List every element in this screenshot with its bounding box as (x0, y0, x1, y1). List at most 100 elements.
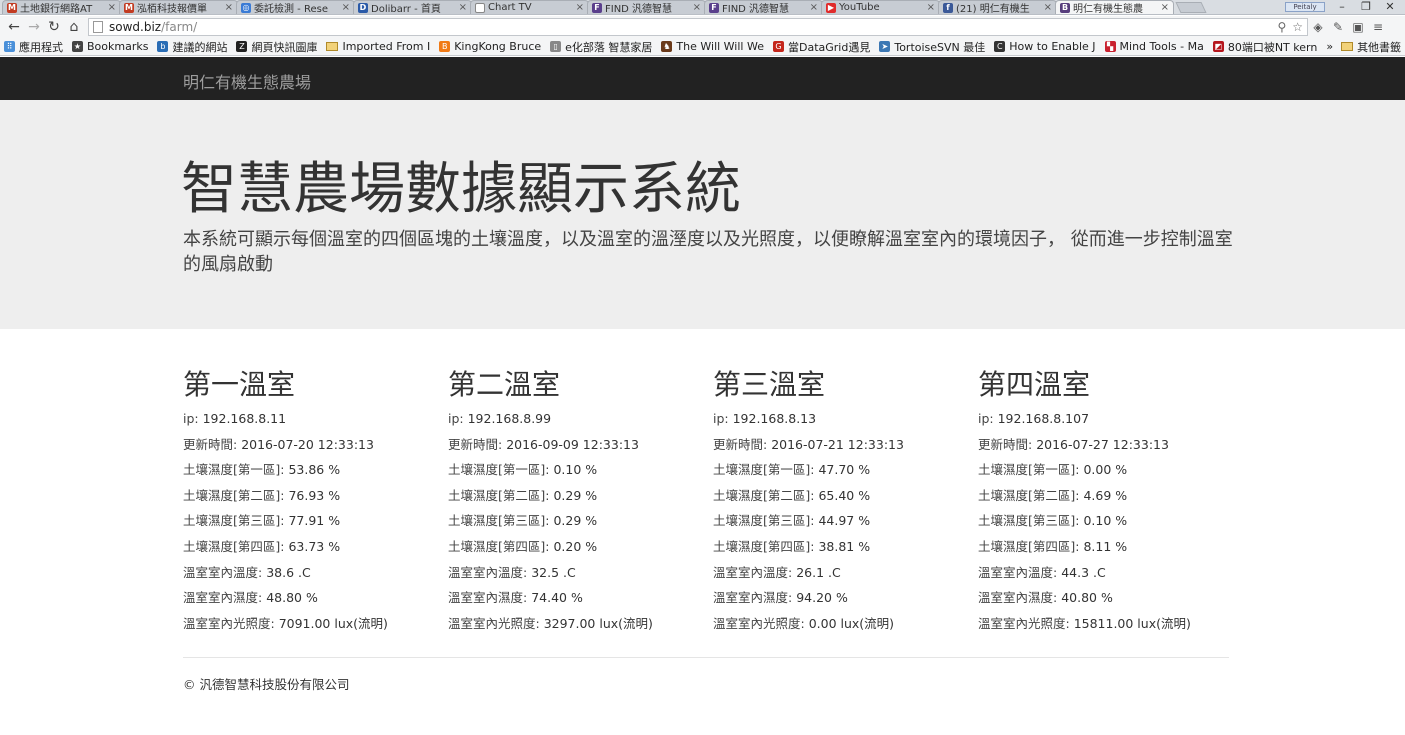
reading-value: 65.40 % (818, 487, 871, 503)
bookmark-item[interactable]: ▯ e化部落 智慧家居 (550, 39, 652, 55)
bookmark-favicon-icon: ▯ (550, 41, 562, 52)
tab-close-icon[interactable]: × (576, 2, 584, 13)
bookmark-label: 當DataGrid遇見 (787, 40, 871, 54)
reading-updated: 更新時間: 2016-07-21 12:33:13 (713, 432, 978, 458)
reading-value: 192.168.8.99 (467, 411, 552, 426)
reading-label: 溫室室內光照度: (713, 615, 809, 631)
reading-label: 溫室室內溫度: (978, 564, 1062, 580)
reading-temp: 溫室室內溫度: 38.6 .C (183, 560, 448, 586)
browser-tab[interactable]: M 泓栢科技報價單 × (119, 0, 238, 14)
site-brand[interactable]: 明仁有機生態農場 (183, 69, 311, 93)
maximize-icon[interactable]: ❐ (1355, 1, 1377, 13)
menu-icon[interactable]: ≡ (1368, 17, 1388, 37)
browser-tab[interactable]: B 明仁有機生態農 × (1055, 0, 1174, 14)
tab-close-icon[interactable]: × (810, 2, 818, 13)
reading-updated: 更新時間: 2016-07-20 12:33:13 (183, 432, 448, 458)
pen-extension-icon[interactable]: ✎ (1328, 17, 1348, 37)
reading-label: 溫室室內濕度: (448, 590, 532, 606)
browser-tab[interactable]: f (21) 明仁有機生 × (938, 0, 1057, 14)
reading-value: 48.80 % (266, 590, 318, 606)
reading-soil3: 土壤濕度[第三區]: 0.10 % (978, 508, 1243, 534)
reading-value: 3297.00 lux(流明) (543, 615, 653, 631)
reading-light: 溫室室內光照度: 3297.00 lux(流明) (448, 611, 713, 637)
bookmark-item[interactable]: C How to Enable J (994, 40, 1096, 53)
tab-close-icon[interactable]: × (1161, 2, 1169, 13)
browser-tab[interactable]: F FIND 汎德智慧 × (704, 0, 823, 14)
reading-label: 土壤濕度[第三區]: (978, 513, 1084, 529)
bookmark-item[interactable]: b 建議的網站 (157, 39, 227, 55)
reading-value: 8.11 % (1083, 538, 1128, 554)
reading-label: 土壤濕度[第四區]: (448, 538, 554, 554)
reading-label: ip: (183, 411, 203, 426)
tab-favicon-icon: M (124, 2, 134, 13)
bookmark-item[interactable]: G 當DataGrid遇見 (772, 39, 871, 55)
browser-tab[interactable]: F FIND 汎德智慧 × (587, 0, 706, 14)
reading-label: 土壤濕度[第二區]: (183, 487, 289, 503)
tab-close-icon[interactable]: × (927, 2, 935, 13)
bookmark-item[interactable]: ◩ 80端口被NT kern (1212, 39, 1317, 55)
browser-tab[interactable]: ▶ YouTube × (821, 0, 940, 14)
reading-value: 7091.00 lux(流明) (278, 615, 388, 631)
bookmarks-bar: ⠿ 應用程式 ★ Bookmarks b 建議的網站 Z 網頁快訊圖庫 Imported Fro… (0, 38, 1405, 56)
forward-arrow-icon[interactable]: → (24, 17, 44, 37)
tab-close-icon[interactable]: × (342, 2, 350, 13)
bookmark-item[interactable]: Z 網頁快訊圖庫 (236, 39, 317, 55)
zoom-icon[interactable]: ⚲ (1277, 20, 1286, 34)
bookmark-item[interactable]: Imported From I (326, 40, 430, 53)
bookmark-favicon-icon: B (439, 41, 451, 52)
hero-section: 智慧農場數據顯示系統 本系統可顯示每個溫室的四個區塊的土壤溫度，以及溫室的溫溼度… (0, 100, 1405, 329)
reading-temp: 溫室室內溫度: 26.1 .C (713, 560, 978, 586)
reading-ip: ip: 192.168.8.11 (183, 406, 448, 432)
bookmark-favicon-icon: C (994, 41, 1006, 52)
profile-badge[interactable]: Peitaly (1285, 2, 1325, 12)
reading-soil2: 土壤濕度[第二區]: 76.93 % (183, 483, 448, 509)
bookmark-item[interactable]: ★ Bookmarks (72, 40, 148, 53)
reading-label: 更新時間: (448, 436, 507, 452)
tab-close-icon[interactable]: × (225, 2, 233, 13)
reading-soil3: 土壤濕度[第三區]: 44.97 % (713, 508, 978, 534)
minimize-icon[interactable]: – (1331, 1, 1353, 13)
browser-tab[interactable]: ◎ 委託檢測 - Rese × (236, 0, 355, 14)
css-extension-icon[interactable]: ◈ (1308, 17, 1328, 37)
cast-extension-icon[interactable]: ▣ (1348, 17, 1368, 37)
browser-tab[interactable]: M 土地銀行網路AT × (2, 0, 121, 14)
new-tab-button[interactable] (1175, 2, 1207, 13)
bookmark-item[interactable]: B KingKong Bruce (439, 40, 541, 53)
reading-label: 溫室室內溫度: (448, 564, 532, 580)
bookmarks-overflow-icon[interactable]: » (1326, 40, 1333, 53)
browser-tab[interactable]: D Dolibarr - 首頁 × (353, 0, 472, 14)
address-bar[interactable]: sowd.biz/farm/ ⚲ ☆ (88, 18, 1308, 36)
home-icon[interactable]: ⌂ (64, 17, 84, 37)
tab-favicon-icon: M (7, 2, 17, 13)
reading-soil4: 土壤濕度[第四區]: 63.73 % (183, 534, 448, 560)
footer-divider (183, 657, 1229, 658)
reading-humidity: 溫室室內濕度: 40.80 % (978, 585, 1243, 611)
tab-close-icon[interactable]: × (693, 2, 701, 13)
reading-label: 溫室室內光照度: (978, 615, 1074, 631)
tab-favicon-icon: ▶ (826, 2, 836, 13)
bookmark-star-icon[interactable]: ☆ (1292, 20, 1303, 34)
bookmark-item[interactable]: ▚ Mind Tools - Ma (1104, 40, 1204, 53)
reading-value: 4.69 % (1083, 487, 1128, 503)
reading-light: 溫室室內光照度: 7091.00 lux(流明) (183, 611, 448, 637)
url-host: sowd.biz (109, 20, 162, 34)
browser-tab[interactable]: Chart TV × (470, 0, 589, 14)
other-bookmarks[interactable]: 其他書籤 (1341, 39, 1401, 55)
tab-close-icon[interactable]: × (1044, 2, 1052, 13)
reading-label: ip: (713, 411, 733, 426)
close-window-icon[interactable]: ✕ (1379, 1, 1401, 13)
reload-icon[interactable]: ↻ (44, 17, 64, 37)
reading-value: 192.168.8.13 (732, 411, 817, 426)
bookmark-favicon-icon: ◩ (1212, 41, 1224, 52)
bookmark-item[interactable]: ♞ The Will Will We (661, 40, 764, 53)
bookmark-label: Bookmarks (87, 40, 149, 53)
bookmark-item[interactable]: ⠿ 應用程式 (4, 39, 63, 55)
reading-value: 0.10 % (553, 462, 598, 478)
reading-label: 土壤濕度[第三區]: (713, 513, 819, 529)
tab-close-icon[interactable]: × (108, 2, 116, 13)
tab-close-icon[interactable]: × (459, 2, 467, 13)
site-navbar: 明仁有機生態農場 (0, 57, 1405, 100)
reading-label: 更新時間: (978, 436, 1037, 452)
bookmark-item[interactable]: ➤ TortoiseSVN 最佳 (879, 39, 985, 55)
back-arrow-icon[interactable]: ← (4, 17, 24, 37)
